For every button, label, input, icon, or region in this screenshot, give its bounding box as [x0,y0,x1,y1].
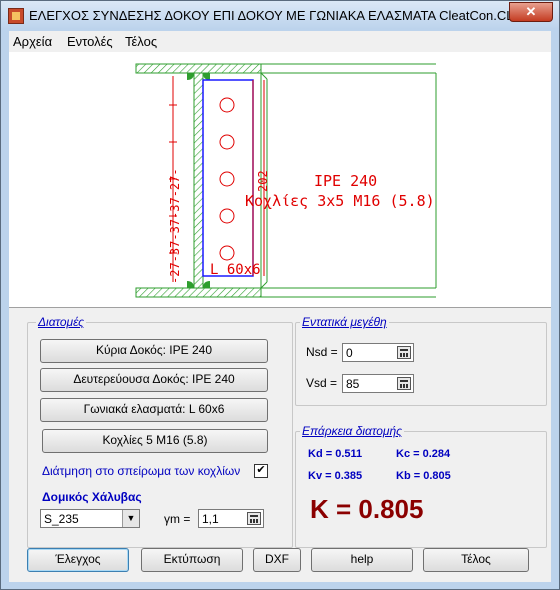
main-beam-button[interactable]: Κύρια Δοκός: IPE 240 [40,339,268,363]
sections-group: Διατομές Κύρια Δοκός: IPE 240 Δευτερεύου… [27,315,293,548]
calculator-icon[interactable] [397,346,411,359]
client-area: -27-37-37-37-27- 202 IPE 240 Κοχλίες 3x5… [9,52,551,582]
calculator-icon[interactable] [247,512,261,525]
bolt-spacing-dimension [169,76,265,282]
sections-title: Διατομές [36,315,86,329]
bolt-4 [219,208,235,224]
menu-bar: Αρχεία Εντολές Τέλος [9,31,551,52]
bolts-button[interactable]: Κοχλίες 5 M16 (5.8) [42,429,268,453]
bolts-label: Κοχλίες 3x5 M16 (5.8) [245,192,435,210]
dxf-button[interactable]: DXF [253,548,301,572]
kb-value: Kb = 0.805 [396,470,451,482]
kv-value: Kv = 0.385 [308,470,363,482]
kc-value: Kc = 0.284 [396,448,451,460]
calculator-icon[interactable] [397,377,411,390]
forces-title: Εντατικά μεγέθη [300,315,389,329]
bolt-5 [219,245,235,261]
steel-select[interactable]: S_235 ▼ [40,509,140,528]
adequacy-title: Επάρκεια διατομής [300,424,404,438]
end-button[interactable]: Τέλος [423,548,529,572]
drawing-svg: -27-37-37-37-27- 202 IPE 240 Κοχλίες 3x5… [135,63,437,298]
kd-value: Kd = 0.511 [308,448,363,460]
vsd-input[interactable]: 85 [342,374,414,393]
secondary-beam-button[interactable]: Δευτερεύουσα Δοκός: IPE 240 [40,368,268,392]
spacing-dims-label: -27-37-37-37-27- [168,168,182,284]
bolt-1 [219,97,235,113]
window-title: ΕΛΕΓΧΟΣ ΣΥΝΔΕΣΗΣ ΔΟΚΟΥ ΕΠΙ ΔΟΚΟΥ ΜΕ ΓΩΝΙ… [29,8,521,23]
adequacy-group: Επάρκεια διατομής Kd = 0.511 Kc = 0.284 … [295,424,547,548]
vsd-label: Vsd = [306,376,338,390]
steel-title: Δομικός Χάλυβας [42,490,142,504]
thread-shear-label: Διάτμηση στο σπείρωμα των κοχλίων [42,464,241,478]
k-total-value: K = 0.805 [310,494,424,524]
menu-commands[interactable]: Εντολές [67,34,113,49]
thread-shear-checkbox[interactable]: ✔ [254,464,268,478]
nsd-label: Nsd = [306,345,338,359]
steel-select-value: S_235 [44,512,79,526]
nsd-input[interactable]: 0 [342,343,414,362]
cleat-angle [202,79,254,277]
help-button[interactable]: help [311,548,413,572]
nsd-value: 0 [346,346,353,360]
print-button[interactable]: Εκτύπωση [141,548,243,572]
vsd-value: 85 [346,377,360,391]
menu-files[interactable]: Αρχεία [13,34,52,49]
menu-end[interactable]: Τέλος [125,34,157,49]
app-window: ΕΛΕΓΧΟΣ ΣΥΝΔΕΣΗΣ ΔΟΚΟΥ ΕΠΙ ΔΟΚΟΥ ΜΕ ΓΩΝΙ… [0,0,560,590]
chevron-down-icon[interactable]: ▼ [122,510,139,527]
angles-button[interactable]: Γωνιακά ελασματά: L 60x6 [40,398,268,422]
gamma-label: γm = [164,512,191,526]
angle-label: L 60x6 [210,262,261,278]
connection-drawing: -27-37-37-37-27- 202 IPE 240 Κοχλίες 3x5… [9,52,551,308]
beam-section-label: IPE 240 [314,172,377,190]
gamma-value: 1,1 [202,512,219,526]
close-button[interactable]: ✕ [509,2,553,22]
bolt-3 [219,171,235,187]
bolt-2 [219,134,235,150]
title-bar: ΕΛΕΓΧΟΣ ΣΥΝΔΕΣΗΣ ΔΟΚΟΥ ΕΠΙ ΔΟΚΟΥ ΜΕ ΓΩΝΙ… [1,1,559,29]
height-dim-label: 202 [256,170,270,192]
app-icon [8,8,24,24]
gamma-input[interactable]: 1,1 [198,509,264,528]
check-button[interactable]: Έλεγχος [27,548,129,572]
forces-group: Εντατικά μεγέθη Nsd = 0 Vsd = 85 [295,315,547,406]
bolt-group [219,80,254,276]
